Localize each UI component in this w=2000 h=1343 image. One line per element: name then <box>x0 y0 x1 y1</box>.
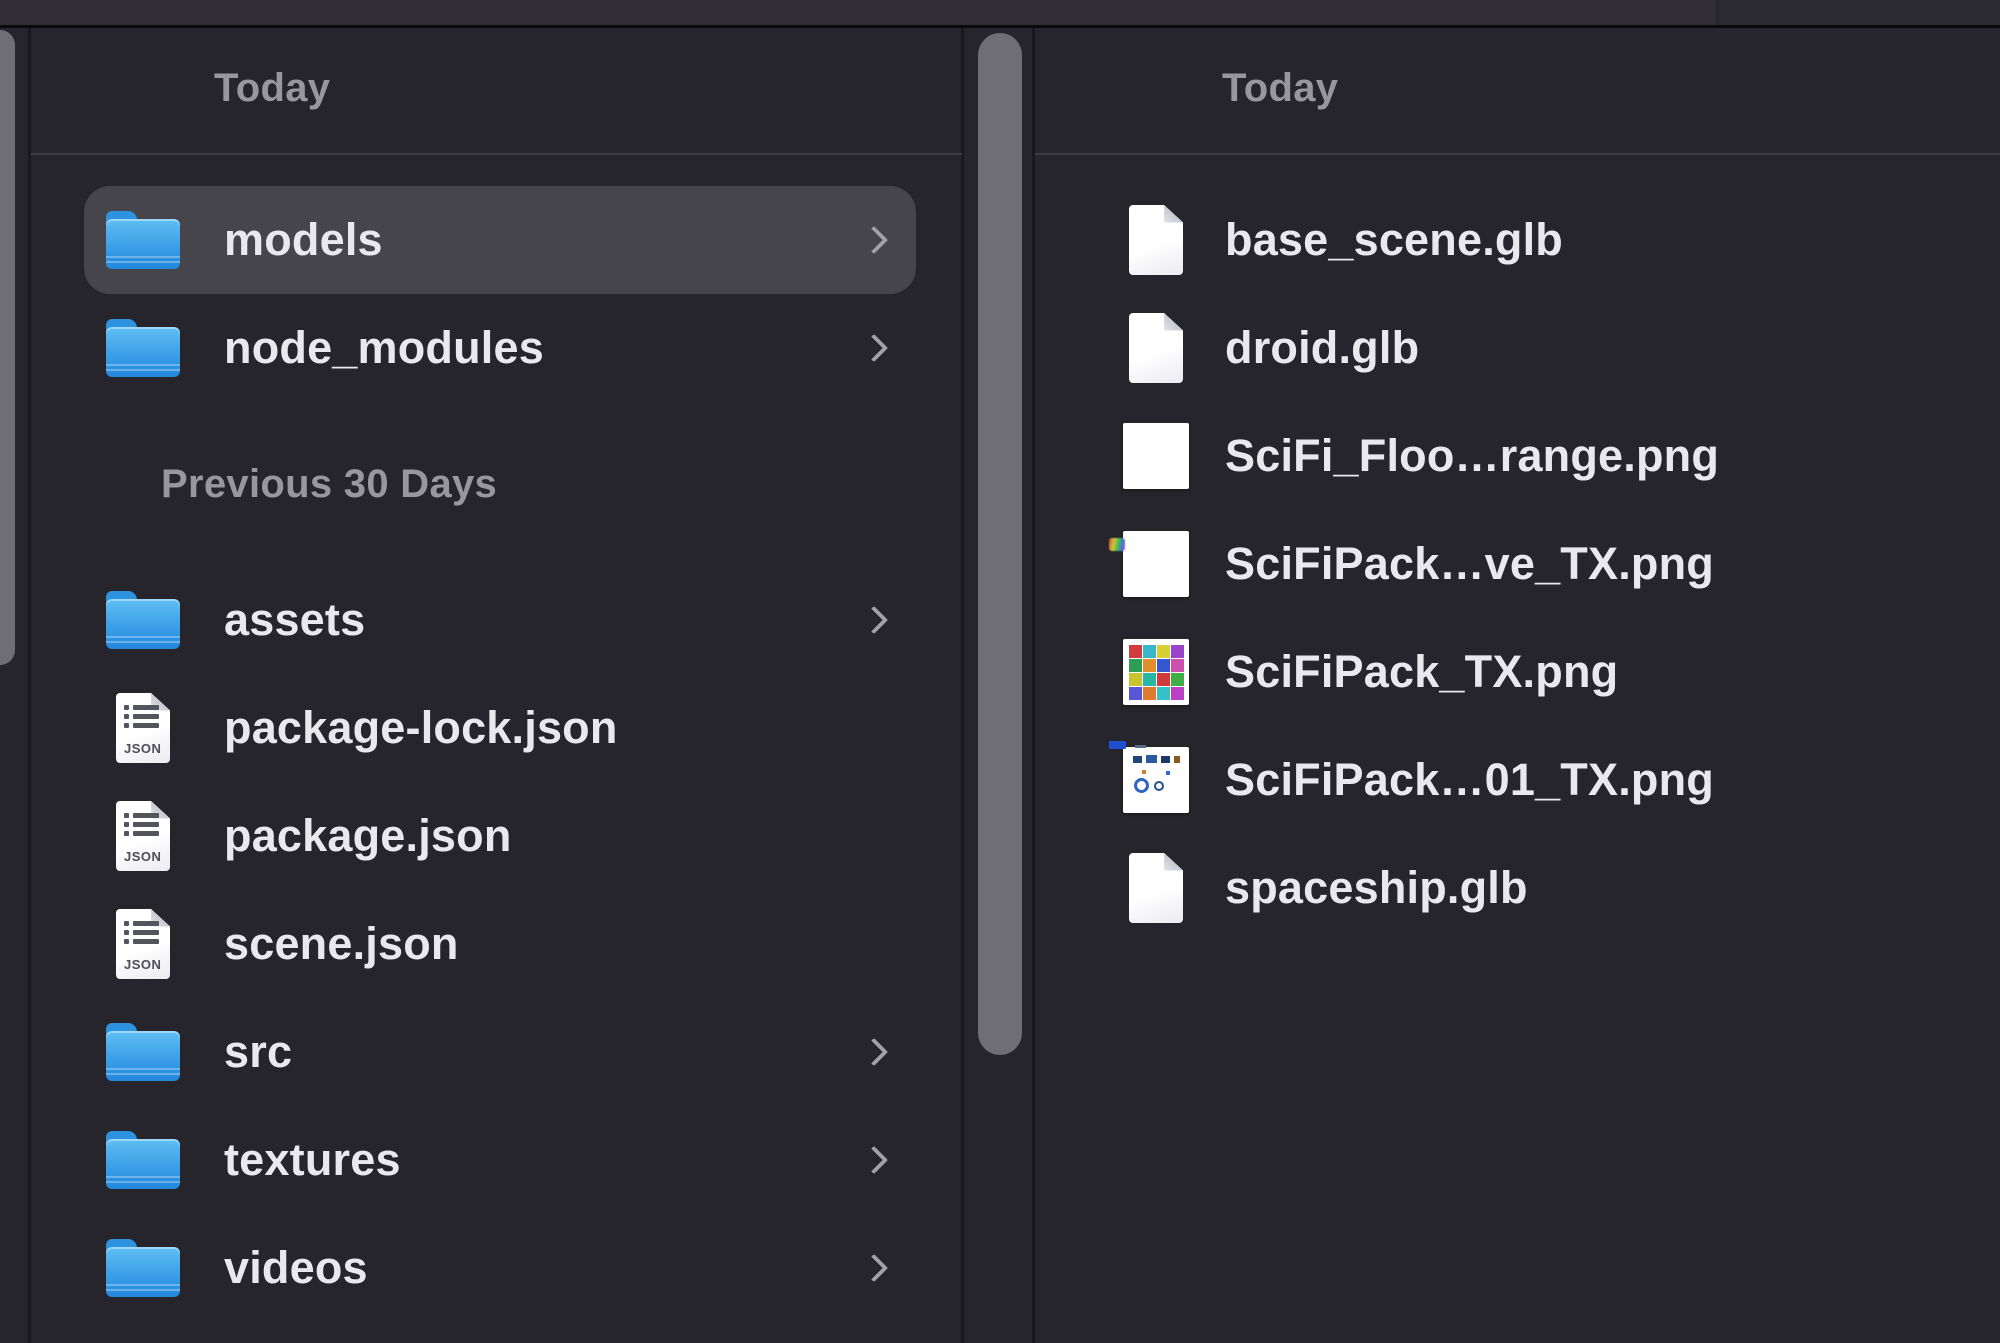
row-scifipack-tx-png[interactable]: SciFiPack_TX.png <box>1035 618 2000 726</box>
item-label: assets <box>224 594 365 646</box>
row-scene-json[interactable]: JSON scene.json <box>84 890 916 998</box>
item-label: videos <box>224 1242 368 1294</box>
row-base-scene-glb[interactable]: base_scene.glb <box>1035 186 2000 294</box>
item-label: package.json <box>224 810 512 862</box>
item-label: SciFiPack…ve_TX.png <box>1225 538 1714 590</box>
file-icon <box>1119 834 1193 942</box>
item-label: scene.json <box>224 918 459 970</box>
row-package-json[interactable]: JSON package.json <box>84 782 916 890</box>
item-label: base_scene.glb <box>1225 214 1563 266</box>
image-thumbnail <box>1119 618 1193 726</box>
item-label: textures <box>224 1134 401 1186</box>
chevron-right-icon[interactable] <box>860 1146 888 1174</box>
json-file-icon: JSON <box>106 782 180 890</box>
file-list-column: base_scene.glb droid.glb SciFi_Floo…range.… <box>1035 155 2000 942</box>
row-spaceship-glb[interactable]: spaceship.glb <box>1035 834 2000 942</box>
folder-icon <box>106 186 180 294</box>
scrollbar-thumb[interactable] <box>978 33 1022 1055</box>
column-divider <box>961 28 964 1343</box>
section-header-today-right: Today <box>1222 66 1338 111</box>
toolbar-bottom-edge <box>0 0 2000 25</box>
row-models[interactable]: models <box>84 186 916 294</box>
chevron-right-icon[interactable] <box>860 226 888 254</box>
image-thumbnail <box>1119 402 1193 510</box>
group-header: Previous 30 Days <box>31 402 961 566</box>
row-videos[interactable]: videos <box>84 1214 916 1322</box>
chevron-right-icon[interactable] <box>860 606 888 634</box>
file-icon <box>1119 294 1193 402</box>
chevron-right-icon[interactable] <box>860 334 888 362</box>
folder-icon <box>106 566 180 674</box>
item-label: SciFiPack…01_TX.png <box>1225 754 1714 806</box>
item-label: src <box>224 1026 292 1078</box>
scrollbar-thumb[interactable] <box>0 30 15 665</box>
toolbar-seam <box>1716 0 2000 25</box>
row-scifipack-ve-tx-png[interactable]: SciFiPack…ve_TX.png <box>1035 510 2000 618</box>
finder-column-view: Today Today models node_modules Previous 3… <box>0 0 2000 1343</box>
item-label: spaceship.glb <box>1225 862 1528 914</box>
row-package-lock-json[interactable]: JSON package-lock.json <box>84 674 916 782</box>
item-label: SciFiPack_TX.png <box>1225 646 1618 698</box>
item-label: droid.glb <box>1225 322 1419 374</box>
row-textures[interactable]: textures <box>84 1106 916 1214</box>
row-droid-glb[interactable]: droid.glb <box>1035 294 2000 402</box>
toolbar-divider <box>0 25 2000 28</box>
file-icon <box>1119 186 1193 294</box>
image-thumbnail <box>1119 510 1193 618</box>
item-label: SciFi_Floo…range.png <box>1225 430 1719 482</box>
chevron-right-icon[interactable] <box>860 1254 888 1282</box>
item-label: models <box>224 214 383 266</box>
row-scifi-floo-range-png[interactable]: SciFi_Floo…range.png <box>1035 402 2000 510</box>
row-assets[interactable]: assets <box>84 566 916 674</box>
json-file-icon: JSON <box>106 890 180 998</box>
folder-icon <box>106 294 180 402</box>
row-node-modules[interactable]: node_modules <box>84 294 916 402</box>
folder-icon <box>106 998 180 1106</box>
item-label: node_modules <box>224 322 544 374</box>
section-header-today-left: Today <box>214 66 330 111</box>
image-thumbnail <box>1119 726 1193 834</box>
folder-icon <box>106 1214 180 1322</box>
chevron-right-icon[interactable] <box>860 1038 888 1066</box>
folder-list-column: models node_modules Previous 30 Days assets… <box>31 155 961 1322</box>
item-label: package-lock.json <box>224 702 618 754</box>
row-scifipack-01-tx-png[interactable]: SciFiPack…01_TX.png <box>1035 726 2000 834</box>
row-src[interactable]: src <box>84 998 916 1106</box>
json-file-icon: JSON <box>106 674 180 782</box>
folder-icon <box>106 1106 180 1214</box>
